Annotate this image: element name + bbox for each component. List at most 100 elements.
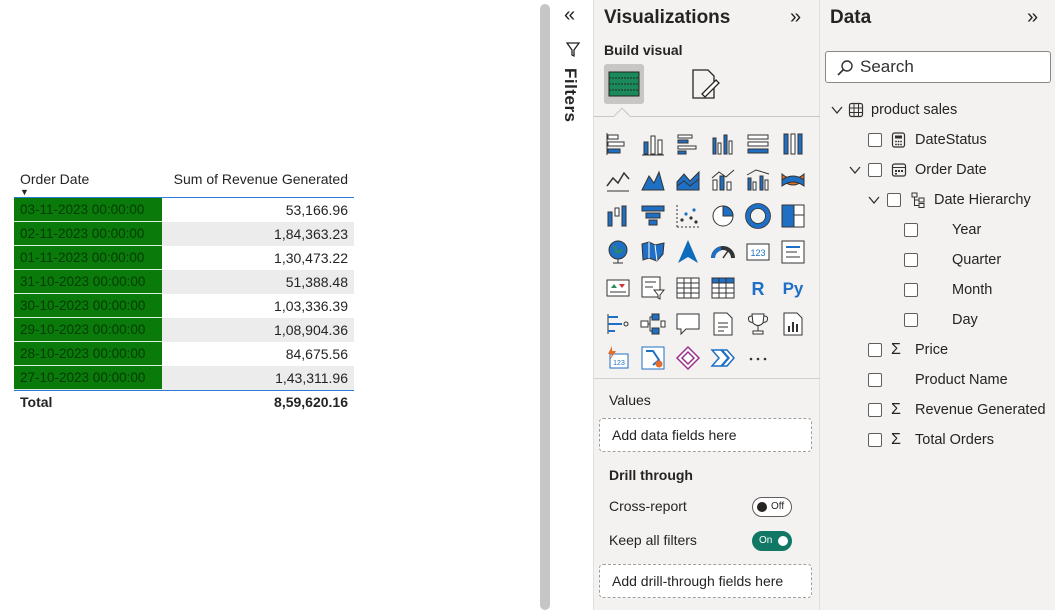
gauge-icon[interactable] bbox=[709, 238, 737, 266]
checkbox[interactable] bbox=[904, 223, 918, 237]
chevron-down-icon[interactable] bbox=[867, 193, 881, 207]
keep-all-filters-toggle[interactable]: On bbox=[752, 531, 792, 551]
slicer-icon[interactable] bbox=[639, 274, 667, 302]
matrix-icon[interactable] bbox=[709, 274, 737, 302]
table-visual-icon bbox=[608, 71, 640, 97]
map-icon[interactable] bbox=[604, 238, 632, 266]
expand-right-icon[interactable]: » bbox=[790, 6, 801, 29]
cell-revenue: 51,388.48 bbox=[285, 274, 348, 290]
table-row[interactable]: 02-11-2023 00:00:00 1,84,363.23 bbox=[14, 222, 354, 246]
cross-report-toggle[interactable]: Off bbox=[752, 497, 792, 517]
expand-right-icon[interactable]: » bbox=[1027, 6, 1038, 29]
paginated-report-icon[interactable] bbox=[779, 310, 807, 338]
100-stacked-column-chart-icon[interactable] bbox=[779, 130, 807, 158]
clustered-bar-chart-icon[interactable] bbox=[674, 130, 702, 158]
waterfall-chart-icon[interactable] bbox=[604, 202, 632, 230]
smart-narrative-icon[interactable] bbox=[709, 310, 737, 338]
card-icon[interactable]: 123 bbox=[744, 238, 772, 266]
field-total-orders[interactable]: Σ Total Orders bbox=[868, 429, 1048, 451]
checkbox[interactable] bbox=[887, 193, 901, 207]
format-visual-icon[interactable] bbox=[688, 68, 722, 102]
stacked-bar-chart-icon[interactable] bbox=[604, 130, 632, 158]
treemap-icon[interactable] bbox=[779, 202, 807, 230]
column-header-order-date[interactable]: Order Date bbox=[20, 171, 89, 187]
metrics-icon[interactable]: 123 bbox=[604, 344, 632, 372]
funnel-icon[interactable] bbox=[566, 42, 580, 58]
field-month[interactable]: Month bbox=[904, 279, 1044, 301]
canvas-scrollbar-thumb[interactable] bbox=[540, 4, 550, 610]
funnel-chart-icon[interactable] bbox=[639, 202, 667, 230]
field-day[interactable]: Day bbox=[904, 309, 1044, 331]
line-and-clustered-column-icon[interactable] bbox=[744, 166, 772, 194]
stacked-area-chart-icon[interactable] bbox=[674, 166, 702, 194]
build-visual-tab[interactable] bbox=[604, 64, 644, 104]
multi-row-card-icon[interactable] bbox=[779, 238, 807, 266]
table-header: Order Date ▼ Sum of Revenue Generated bbox=[14, 166, 354, 198]
scatter-chart-icon[interactable] bbox=[674, 202, 702, 230]
100-stacked-bar-chart-icon[interactable] bbox=[744, 130, 772, 158]
line-and-stacked-column-icon[interactable] bbox=[709, 166, 737, 194]
field-order-date[interactable]: Order Date bbox=[848, 159, 1048, 181]
collapse-left-icon[interactable]: « bbox=[564, 4, 575, 27]
stacked-column-chart-icon[interactable] bbox=[639, 130, 667, 158]
table-icon[interactable] bbox=[674, 274, 702, 302]
donut-chart-icon[interactable] bbox=[744, 202, 772, 230]
field-quarter[interactable]: Quarter bbox=[904, 249, 1044, 271]
table-row[interactable]: 28-10-2023 00:00:00 84,675.56 bbox=[14, 342, 354, 366]
checkbox[interactable] bbox=[904, 313, 918, 327]
checkbox[interactable] bbox=[868, 373, 882, 387]
table-row[interactable]: 01-11-2023 00:00:00 1,30,473.22 bbox=[14, 246, 354, 270]
chevron-down-icon[interactable] bbox=[848, 163, 862, 177]
power-automate-icon[interactable] bbox=[639, 344, 667, 372]
power-automate-flow-icon[interactable] bbox=[709, 344, 737, 372]
clustered-column-chart-icon[interactable] bbox=[709, 130, 737, 158]
table-row[interactable]: 03-11-2023 00:00:00 53,166.96 bbox=[14, 198, 354, 222]
azure-map-icon[interactable] bbox=[674, 238, 702, 266]
checkbox[interactable] bbox=[868, 163, 882, 177]
field-date-status[interactable]: DateStatus bbox=[868, 129, 1048, 151]
r-script-visual-icon[interactable]: R bbox=[744, 274, 772, 302]
checkbox[interactable] bbox=[904, 283, 918, 297]
pie-chart-icon[interactable] bbox=[709, 202, 737, 230]
drill-through-drop-zone[interactable]: Add drill-through fields here bbox=[599, 564, 812, 598]
column-header-revenue[interactable]: Sum of Revenue Generated bbox=[174, 171, 348, 187]
checkbox[interactable] bbox=[868, 343, 882, 357]
more-visuals-icon[interactable] bbox=[744, 344, 772, 372]
search-box[interactable] bbox=[825, 51, 1051, 83]
search-input[interactable] bbox=[860, 57, 1040, 77]
table-row[interactable]: 30-10-2023 00:00:00 1,03,336.39 bbox=[14, 294, 354, 318]
table-row[interactable]: 27-10-2023 00:00:00 1,43,311.96 bbox=[14, 366, 354, 390]
area-chart-icon[interactable] bbox=[639, 166, 667, 194]
field-date-hierarchy[interactable]: Date Hierarchy bbox=[867, 189, 1052, 211]
tree-table-product-sales[interactable]: product sales bbox=[830, 99, 1050, 121]
checkbox[interactable] bbox=[868, 133, 882, 147]
checkbox[interactable] bbox=[904, 253, 918, 267]
key-influencers-icon[interactable] bbox=[604, 310, 632, 338]
filters-label[interactable]: Filters bbox=[560, 68, 580, 123]
checkbox[interactable] bbox=[868, 433, 882, 447]
decomposition-tree-icon[interactable] bbox=[639, 310, 667, 338]
field-product-name[interactable]: Product Name bbox=[868, 369, 1048, 391]
qa-visual-icon[interactable] bbox=[674, 310, 702, 338]
cell-order-date: 29-10-2023 00:00:00 bbox=[14, 318, 162, 342]
checkbox[interactable] bbox=[868, 403, 882, 417]
cross-report-toggle-state: Off bbox=[771, 501, 785, 512]
power-apps-icon[interactable] bbox=[674, 344, 702, 372]
report-canvas[interactable]: Order Date ▼ Sum of Revenue Generated 03… bbox=[0, 0, 538, 610]
table-row[interactable]: 31-10-2023 00:00:00 51,388.48 bbox=[14, 270, 354, 294]
tab-indicator bbox=[613, 107, 631, 125]
filled-map-icon[interactable] bbox=[639, 238, 667, 266]
field-revenue-generated[interactable]: Σ Revenue Generated bbox=[868, 399, 1052, 421]
goals-trophy-icon[interactable] bbox=[744, 310, 772, 338]
chevron-down-icon[interactable] bbox=[830, 103, 844, 117]
field-price[interactable]: Σ Price bbox=[868, 339, 1048, 361]
kpi-icon[interactable] bbox=[604, 274, 632, 302]
values-drop-zone[interactable]: Add data fields here bbox=[599, 418, 812, 452]
ribbon-chart-icon[interactable] bbox=[779, 166, 807, 194]
table-row[interactable]: 29-10-2023 00:00:00 1,08,904.36 bbox=[14, 318, 354, 342]
line-chart-icon[interactable] bbox=[604, 166, 632, 194]
python-visual-icon[interactable]: Py bbox=[779, 274, 807, 302]
field-year[interactable]: Year bbox=[904, 219, 1044, 241]
sigma-icon: Σ bbox=[891, 341, 901, 358]
table-visual[interactable]: Order Date ▼ Sum of Revenue Generated 03… bbox=[14, 166, 354, 414]
